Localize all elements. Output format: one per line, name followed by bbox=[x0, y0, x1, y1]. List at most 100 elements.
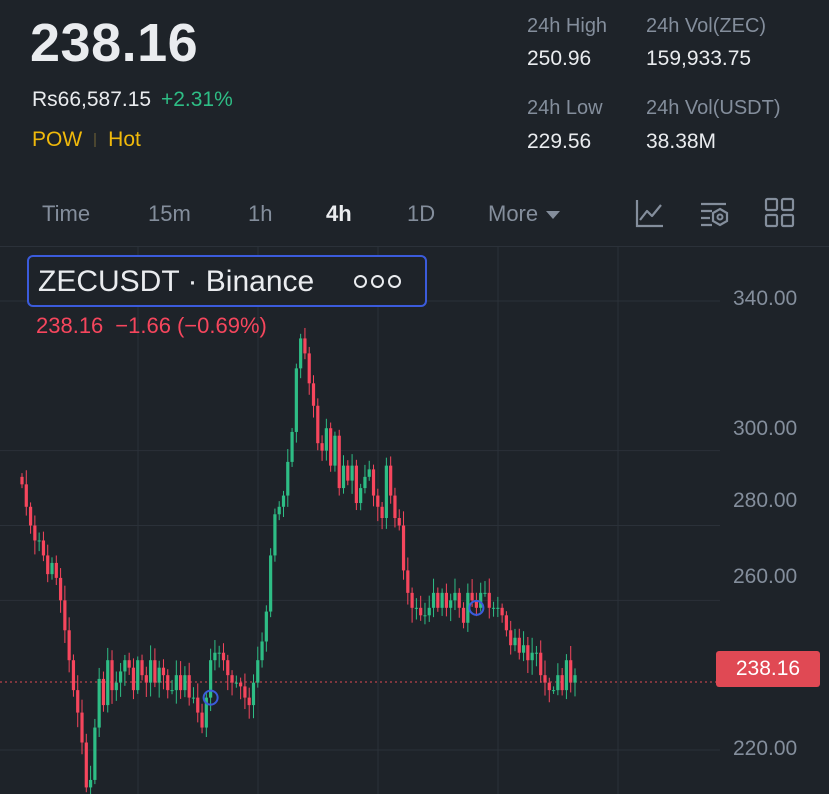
legend-change-pct: (−0.69%) bbox=[176, 313, 267, 338]
fiat-price: Rs66,587.15 bbox=[32, 88, 152, 111]
tag-pow[interactable]: POW bbox=[32, 128, 82, 151]
candle-body bbox=[299, 338, 303, 369]
candle-body bbox=[419, 607, 423, 616]
candle-body bbox=[303, 338, 307, 354]
candle-body bbox=[354, 465, 358, 504]
candle-body bbox=[41, 540, 46, 556]
candle-body bbox=[97, 678, 101, 728]
candle-body bbox=[251, 682, 256, 706]
ohlc-readout: 238.16 −1.66 (−0.69%) bbox=[36, 313, 279, 339]
candle-body bbox=[243, 686, 247, 698]
vol-quote-label: 24h Vol(USDT) bbox=[646, 97, 781, 119]
candle-body bbox=[539, 652, 543, 676]
candle-body bbox=[217, 652, 221, 654]
candle-body bbox=[114, 682, 118, 691]
candle-body bbox=[230, 675, 234, 683]
tab-time[interactable]: Time bbox=[42, 201, 90, 227]
tab-more-label: More bbox=[488, 201, 539, 226]
candle-body bbox=[213, 652, 217, 661]
candle-body bbox=[491, 607, 496, 609]
tab-1d[interactable]: 1D bbox=[407, 201, 435, 227]
candle-body bbox=[157, 667, 161, 683]
symbol-legend[interactable]: ZECUSDT · Binance bbox=[27, 255, 427, 307]
tab-4h[interactable]: 4h bbox=[326, 201, 352, 227]
candle-body bbox=[63, 600, 67, 631]
candle-body bbox=[414, 607, 418, 609]
candle-body bbox=[397, 518, 401, 526]
grid-layout-icon[interactable] bbox=[763, 196, 797, 230]
candle-body bbox=[363, 476, 367, 489]
candle-body bbox=[221, 652, 226, 661]
candle-body bbox=[118, 671, 123, 683]
candle-body bbox=[479, 592, 483, 608]
candle-body bbox=[449, 600, 453, 608]
symbol-label: ZECUSDT · Binance bbox=[38, 265, 315, 298]
candle-body bbox=[401, 525, 406, 571]
candle-body bbox=[423, 615, 427, 617]
settings-chart-icon[interactable] bbox=[698, 196, 732, 230]
candle-body bbox=[110, 660, 114, 691]
candle-body bbox=[54, 562, 58, 578]
candle-body bbox=[277, 506, 281, 515]
legend-last: 238.16 bbox=[36, 313, 104, 338]
tag-separator bbox=[94, 133, 97, 148]
candle-body bbox=[281, 495, 286, 507]
tag-hot[interactable]: Hot bbox=[108, 128, 141, 151]
tab-15m[interactable]: 15m bbox=[148, 201, 191, 227]
high-value: 250.96 bbox=[527, 47, 592, 70]
candle-body bbox=[307, 353, 311, 384]
candle-body bbox=[294, 368, 298, 432]
candle-body bbox=[149, 660, 153, 683]
candle-body bbox=[551, 690, 556, 692]
candle-body bbox=[247, 697, 251, 706]
candle-body bbox=[183, 675, 187, 691]
candle-body bbox=[226, 660, 230, 676]
candle-body bbox=[20, 476, 24, 485]
candle-body bbox=[483, 592, 487, 594]
candle-body bbox=[123, 660, 127, 672]
candle-body bbox=[406, 570, 410, 593]
candle-body bbox=[127, 660, 131, 668]
candle-body bbox=[67, 630, 71, 661]
candle-body bbox=[50, 562, 54, 575]
candle-body bbox=[290, 431, 294, 462]
candle-body bbox=[461, 607, 466, 623]
indicator-chart-icon[interactable] bbox=[633, 196, 667, 230]
change-percent: +2.31% bbox=[160, 88, 233, 111]
candle-body bbox=[359, 488, 363, 504]
candle-body bbox=[427, 607, 431, 616]
candle-body bbox=[239, 682, 243, 687]
legend-change: −1.66 bbox=[115, 313, 171, 338]
candle-body bbox=[33, 525, 37, 541]
candle-body bbox=[260, 641, 264, 661]
tab-1h[interactable]: 1h bbox=[248, 201, 272, 227]
candle-body bbox=[136, 660, 140, 691]
y-tick-label: 280.00 bbox=[733, 489, 798, 512]
candle-body bbox=[564, 660, 569, 691]
candle-body bbox=[311, 383, 316, 406]
vol-quote-value: 38.38M bbox=[646, 130, 717, 153]
candle-body bbox=[196, 697, 200, 713]
candle-body bbox=[504, 615, 509, 631]
candle-body bbox=[534, 652, 539, 654]
tab-more[interactable]: More bbox=[488, 201, 561, 227]
candle-body bbox=[333, 435, 337, 466]
last-price: 238.16 bbox=[30, 13, 199, 73]
candle-body bbox=[376, 495, 380, 507]
more-options-icon[interactable] bbox=[350, 275, 401, 293]
candle-body bbox=[76, 690, 80, 713]
fiat-price-row: Rs66,587.15 +2.31% bbox=[32, 88, 233, 112]
candle-body bbox=[509, 630, 513, 646]
candle-body bbox=[329, 428, 333, 466]
candle-body bbox=[88, 779, 93, 788]
candle-body bbox=[71, 660, 76, 691]
candle-body bbox=[101, 678, 106, 706]
candle-body bbox=[140, 660, 144, 676]
candle-body bbox=[440, 592, 444, 608]
vol-base-label: 24h Vol(ZEC) bbox=[646, 15, 767, 37]
candle-body bbox=[153, 660, 157, 683]
y-tick-label: 300.00 bbox=[733, 417, 798, 440]
candle-body bbox=[487, 592, 491, 608]
candle-body bbox=[320, 443, 324, 451]
candle-body bbox=[144, 675, 148, 683]
